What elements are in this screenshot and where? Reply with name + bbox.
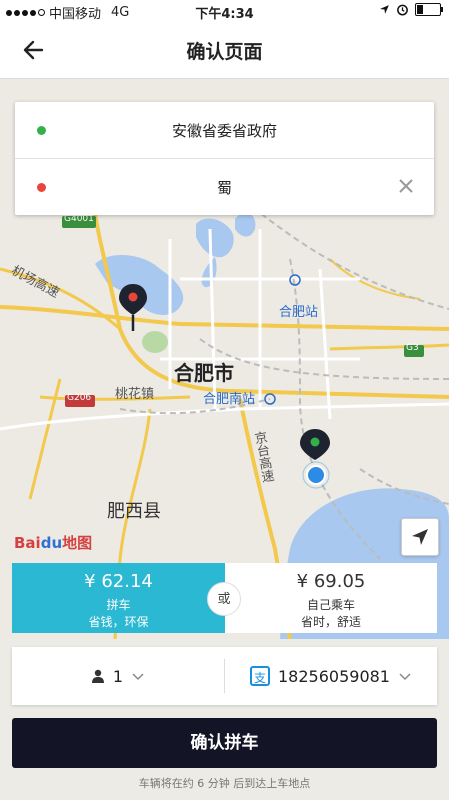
nav-bar: 确认页面	[0, 22, 449, 79]
highway-badge-g3: G3	[406, 343, 419, 353]
navigation-arrow-icon[interactable]	[401, 518, 439, 556]
seat-count: 1	[112, 666, 124, 686]
carpool-fare-option[interactable]: ¥ 62.14 拼车 省钱，环保	[12, 563, 225, 633]
solo-name: 自己乘车	[306, 598, 355, 612]
payment-phone: 18256059081	[278, 666, 390, 686]
origin-field[interactable]: 安徽省委省政府	[15, 102, 434, 159]
origin-label: 安徽省委省政府	[171, 121, 277, 140]
map-label-county: 肥西县	[107, 501, 161, 522]
solo-price: ¥ 69.05	[296, 571, 366, 592]
destination-field[interactable]: 蜀	[15, 159, 434, 215]
ride-options: 1 支 18256059081	[12, 647, 437, 705]
map-label-taohua: 桃花镇	[115, 387, 155, 402]
carpool-name: 拼车	[106, 598, 131, 612]
destination-pin	[300, 429, 330, 460]
chevron-down-icon	[132, 673, 144, 681]
map-label-hefei-south: 合肥南站	[203, 392, 256, 407]
destination-label: 蜀	[216, 178, 232, 197]
status-bar: 中国移动 4G 下午4:34	[0, 0, 449, 22]
page-title: 确认页面	[186, 41, 263, 63]
battery-icon	[415, 3, 443, 16]
map-label-hefei-station: 合肥站	[279, 305, 319, 320]
map-label-city: 合肥市	[174, 361, 234, 385]
solo-desc: 省时，舒适	[300, 615, 361, 629]
highway-badge-g4001: G4001	[64, 214, 94, 224]
chevron-down-icon	[399, 673, 411, 681]
location-arrow-icon	[380, 5, 389, 14]
carpool-price: ¥ 62.14	[84, 571, 153, 592]
person-icon	[91, 669, 104, 683]
alarm-icon	[397, 4, 408, 16]
baidu-map-logo: Baidu地图	[14, 534, 93, 552]
close-icon[interactable]	[396, 176, 416, 196]
solo-fare-option[interactable]: ¥ 69.05 自己乘车 省时，舒适	[225, 563, 437, 633]
or-separator: 或	[207, 582, 241, 616]
carpool-desc: 省钱，环保	[88, 615, 149, 629]
alipay-icon: 支	[250, 666, 270, 686]
payment-selector[interactable]: 支 18256059081	[225, 647, 437, 705]
destination-dot-icon	[37, 183, 46, 192]
origin-dot-icon	[37, 126, 46, 135]
pickup-pin	[119, 284, 147, 331]
highway-badge-g206: G206	[67, 393, 92, 403]
route-card: 安徽省委省政府 蜀	[15, 102, 434, 215]
seat-count-selector[interactable]: 1	[12, 647, 224, 705]
confirm-carpool-button[interactable]: 确认拼车	[12, 718, 437, 768]
eta-note: 车辆将在约 6 分钟 后到达上车地点	[138, 777, 311, 790]
